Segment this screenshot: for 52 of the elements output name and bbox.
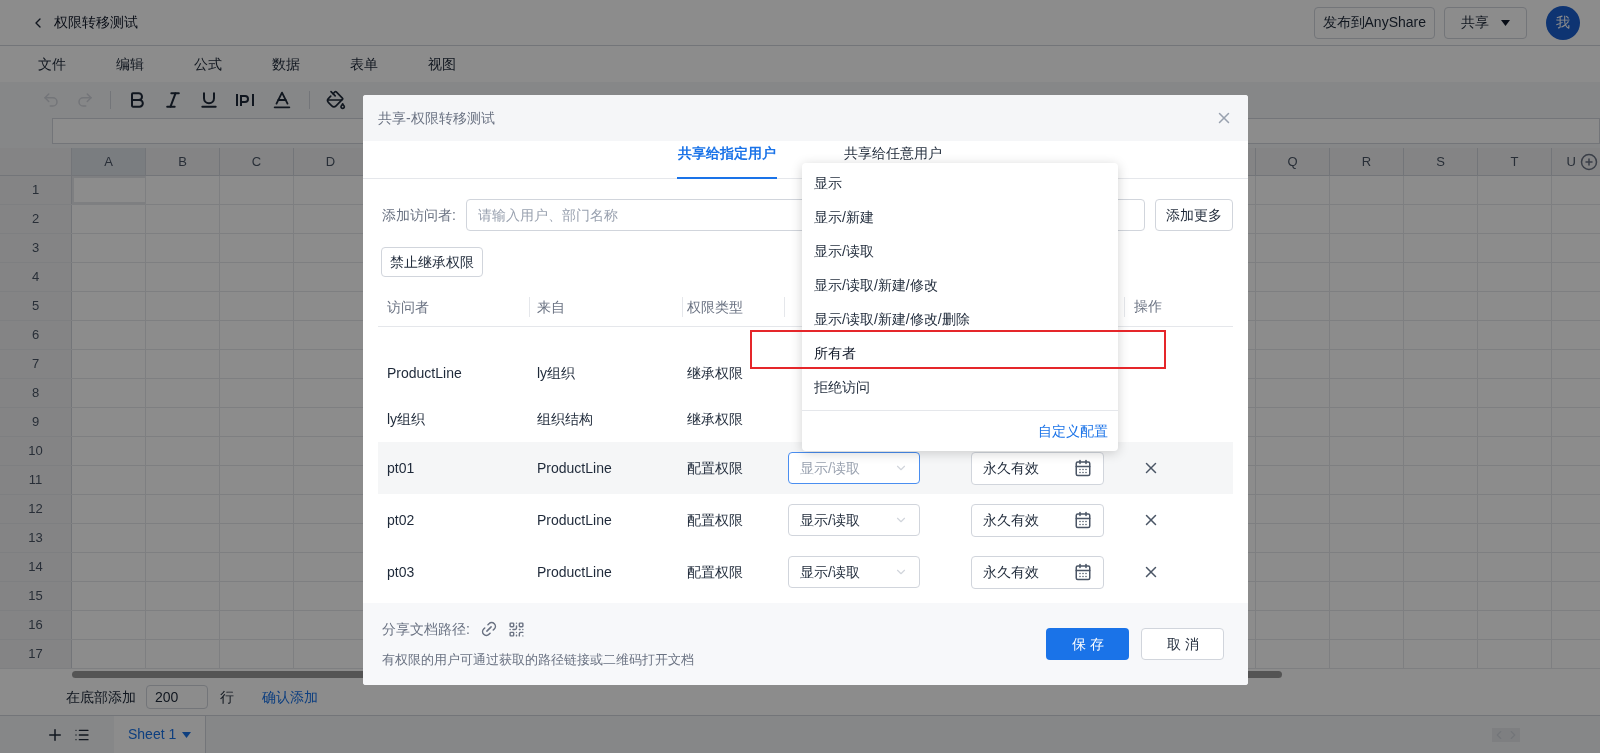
source-cell: 组织结构 <box>537 411 593 427</box>
column-header: C <box>251 152 262 171</box>
permission-type-cell: 继承权限 <box>687 411 743 427</box>
row-number: 1 <box>31 181 40 200</box>
row-number: 10 <box>28 442 43 461</box>
column-header: 操作 <box>1134 298 1162 314</box>
dialog-title: 共享-权限转移测试 <box>378 108 495 128</box>
row-number: 12 <box>28 500 43 519</box>
row-number: 11 <box>28 471 43 490</box>
share-note: 有权限的用户可通过获取的路径链接或二维码打开文档 <box>382 650 694 669</box>
permission-type-cell: 配置权限 <box>687 460 743 476</box>
row-number: 16 <box>28 616 43 635</box>
row-number: 13 <box>28 529 43 548</box>
row-number: 4 <box>31 268 40 287</box>
column-header: A <box>104 152 113 171</box>
row-number: 8 <box>31 384 40 403</box>
permission-type-cell: 配置权限 <box>687 512 743 528</box>
column-header: T <box>1510 152 1519 171</box>
column-header: D <box>325 152 336 171</box>
add-visitor-label: 添加访问者: <box>381 205 457 225</box>
source-cell: ProductLine <box>537 512 612 528</box>
permission-type-cell: 配置权限 <box>687 564 743 580</box>
visitor-cell: pt03 <box>387 564 415 580</box>
add-rows-label: 在底部添加 <box>66 687 136 707</box>
column-header: B <box>178 152 187 171</box>
row-number: 9 <box>31 413 40 432</box>
source-cell: ProductLine <box>537 564 612 580</box>
document-title: 权限转移测试 <box>54 13 138 32</box>
share-path-label: 分享文档路径: <box>382 619 470 639</box>
column-header: 来自 <box>537 298 565 315</box>
source-cell: ProductLine <box>537 460 612 476</box>
column-header: R <box>1361 152 1372 171</box>
column-header: S <box>1436 152 1445 171</box>
visitor-cell: pt01 <box>387 460 415 476</box>
visitor-cell: ProductLine <box>387 365 462 381</box>
row-number: 2 <box>31 210 40 229</box>
column-header: Q <box>1287 152 1298 171</box>
row-number: 14 <box>28 558 43 577</box>
column-header: 权限类型 <box>687 298 743 315</box>
column-header: U <box>1566 152 1576 171</box>
row-number: 3 <box>31 239 40 258</box>
row-number: 17 <box>28 645 43 664</box>
visitor-cell: pt02 <box>387 512 415 528</box>
rows-unit-label: 行 <box>220 687 234 707</box>
row-number: 5 <box>31 297 40 316</box>
row-number: 7 <box>31 355 40 374</box>
row-number: 15 <box>28 587 43 606</box>
column-header: 访问者 <box>387 298 429 315</box>
row-number: 6 <box>31 326 40 345</box>
visitor-cell: ly组织 <box>387 411 426 427</box>
source-cell: ly组织 <box>537 365 576 381</box>
permission-type-cell: 继承权限 <box>687 365 743 381</box>
